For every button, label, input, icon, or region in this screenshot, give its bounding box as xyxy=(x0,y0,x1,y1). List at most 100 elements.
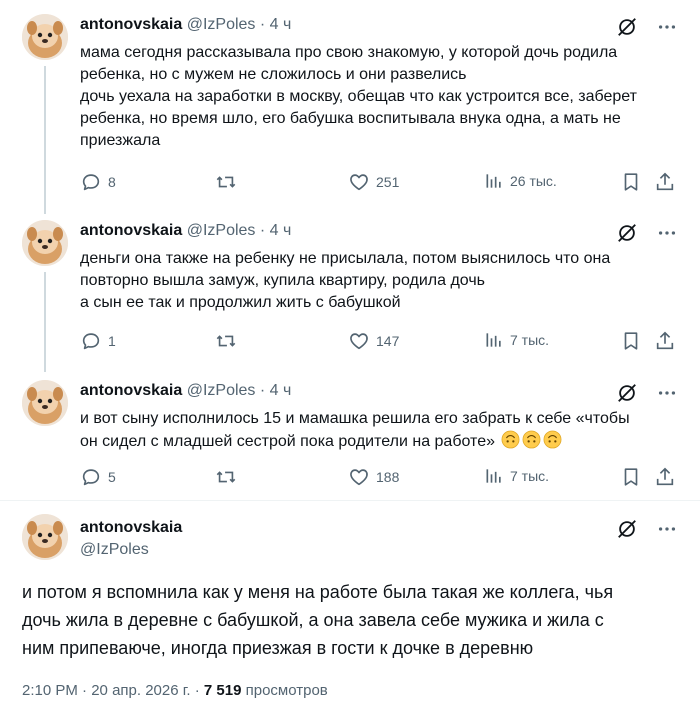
views-count[interactable]: 7 519 xyxy=(204,682,242,699)
like-icon xyxy=(348,171,370,193)
reply-tweet[interactable]: antonovskaia @IzPoles · 4 ч мама сегодня… xyxy=(0,0,700,214)
like-button[interactable]: 147 xyxy=(348,330,399,352)
avatar[interactable] xyxy=(22,514,68,560)
text-line: он сидел с младшей сестрой пока родители… xyxy=(80,433,495,450)
more-icon[interactable] xyxy=(656,16,678,38)
author-name[interactable]: antonovskaia xyxy=(80,382,182,399)
avatar[interactable] xyxy=(22,220,68,266)
reply-count: 8 xyxy=(108,174,116,190)
thread-line xyxy=(44,66,46,214)
views-label: просмотров xyxy=(245,682,328,699)
text-line: дочь жила в деревне с бабушкой, а она за… xyxy=(22,610,604,630)
grok-icon[interactable] xyxy=(616,222,638,244)
share-button[interactable] xyxy=(654,466,676,488)
tweet-text: и вот сыну исполнилось 15 и мамашка реши… xyxy=(80,408,680,453)
grok-icon[interactable] xyxy=(616,16,638,38)
separator-dot: · xyxy=(259,16,266,33)
text-line: ним припеваюче, иногда приезжая в гости … xyxy=(22,638,534,658)
share-button[interactable] xyxy=(654,330,676,352)
more-icon[interactable] xyxy=(656,518,678,540)
text-line: мама сегодня рассказывала про свою знако… xyxy=(80,44,618,61)
author-name[interactable]: antonovskaia xyxy=(80,519,182,537)
avatar[interactable] xyxy=(22,380,68,426)
views-count: 7 тыс. xyxy=(510,468,550,484)
retweet-icon xyxy=(215,466,237,488)
text-line: приезжала xyxy=(80,132,161,149)
author-handle[interactable]: @IzPoles xyxy=(187,382,256,399)
reply-button[interactable]: 1 xyxy=(80,330,116,352)
reply-icon xyxy=(80,330,102,352)
tweet-timestamp[interactable]: 2:10 PM xyxy=(22,682,78,699)
reply-count: 1 xyxy=(108,333,116,349)
bookmark-icon xyxy=(620,330,642,352)
author-name[interactable]: antonovskaia xyxy=(80,222,182,239)
reply-icon xyxy=(80,466,102,488)
reply-count: 5 xyxy=(108,469,116,485)
share-icon xyxy=(654,171,676,193)
views-button[interactable]: 26 тыс. xyxy=(484,171,557,191)
retweet-button[interactable] xyxy=(215,466,243,488)
views-button[interactable]: 7 тыс. xyxy=(484,330,549,350)
reply-button[interactable]: 8 xyxy=(80,171,116,193)
author-handle[interactable]: @IzPoles xyxy=(80,541,149,559)
views-icon xyxy=(484,330,504,350)
separator-dot: · xyxy=(259,382,266,399)
like-button[interactable]: 188 xyxy=(348,466,399,488)
upside-down-face-icon xyxy=(501,430,520,449)
tweet-text: деньги она также на ребенку не присылала… xyxy=(80,248,680,314)
retweet-button[interactable] xyxy=(215,171,243,193)
more-icon[interactable] xyxy=(656,222,678,244)
text-line-with-emoji: он сидел с младшей сестрой пока родители… xyxy=(80,430,680,453)
avatar[interactable] xyxy=(22,14,68,60)
reply-button[interactable]: 5 xyxy=(80,466,116,488)
like-count: 188 xyxy=(376,469,400,485)
author-handle[interactable]: @IzPoles xyxy=(187,16,256,33)
share-button[interactable] xyxy=(654,171,676,193)
text-line: а сын ее так и продолжил жить с бабушкой xyxy=(80,294,401,311)
text-line: ребенка, но время шло, его бабушка воспи… xyxy=(80,110,621,127)
bookmark-button[interactable] xyxy=(620,466,642,488)
separator-dot: · xyxy=(259,222,266,239)
tweet-time[interactable]: 4 ч xyxy=(270,382,292,399)
separator-dot: · xyxy=(194,682,204,699)
reply-tweet[interactable]: antonovskaia @IzPoles · 4 ч и вот сыну и… xyxy=(0,370,700,500)
tweet-date[interactable]: 20 апр. 2026 г. xyxy=(91,682,190,699)
tweet-header: antonovskaia @IzPoles · 4 ч xyxy=(80,222,291,240)
grok-icon[interactable] xyxy=(616,382,638,404)
like-icon xyxy=(348,330,370,352)
author-name[interactable]: antonovskaia xyxy=(80,16,182,33)
like-icon xyxy=(348,466,370,488)
bookmark-icon xyxy=(620,171,642,193)
tweet-header: antonovskaia @IzPoles · 4 ч xyxy=(80,382,291,400)
tweet-top-icons xyxy=(616,382,678,404)
text-line: дочь уехала на заработки в москву, обеща… xyxy=(80,88,637,105)
tweet-header: antonovskaia @IzPoles · 4 ч xyxy=(80,16,291,34)
like-count: 251 xyxy=(376,174,400,190)
text-line: и потом я вспомнила как у меня на работе… xyxy=(22,582,614,602)
tweet-top-icons xyxy=(616,222,678,244)
retweet-icon xyxy=(215,171,237,193)
grok-icon[interactable] xyxy=(616,518,638,540)
like-count: 147 xyxy=(376,333,400,349)
retweet-button[interactable] xyxy=(215,330,243,352)
views-icon xyxy=(484,171,504,191)
views-button[interactable]: 7 тыс. xyxy=(484,466,549,486)
like-button[interactable]: 251 xyxy=(348,171,399,193)
text-line: деньги она также на ребенку не присылала… xyxy=(80,250,611,267)
upside-down-face-icon xyxy=(522,430,541,449)
bookmark-button[interactable] xyxy=(620,330,642,352)
tweet-top-icons xyxy=(616,518,678,540)
views-count: 26 тыс. xyxy=(510,173,557,189)
action-bar: 1 147 7 тыс. xyxy=(80,330,676,354)
tweet-text: мама сегодня рассказывала про свою знако… xyxy=(80,42,680,152)
views-count: 7 тыс. xyxy=(510,332,550,348)
tweet-top-icons xyxy=(616,16,678,38)
author-handle[interactable]: @IzPoles xyxy=(187,222,256,239)
more-icon[interactable] xyxy=(656,382,678,404)
action-bar: 5 188 7 тыс. xyxy=(80,466,676,490)
tweet-time[interactable]: 4 ч xyxy=(270,222,292,239)
reply-tweet[interactable]: antonovskaia @IzPoles · 4 ч деньги она т… xyxy=(0,210,700,372)
tweet-time[interactable]: 4 ч xyxy=(270,16,292,33)
bookmark-button[interactable] xyxy=(620,171,642,193)
divider xyxy=(0,500,700,501)
